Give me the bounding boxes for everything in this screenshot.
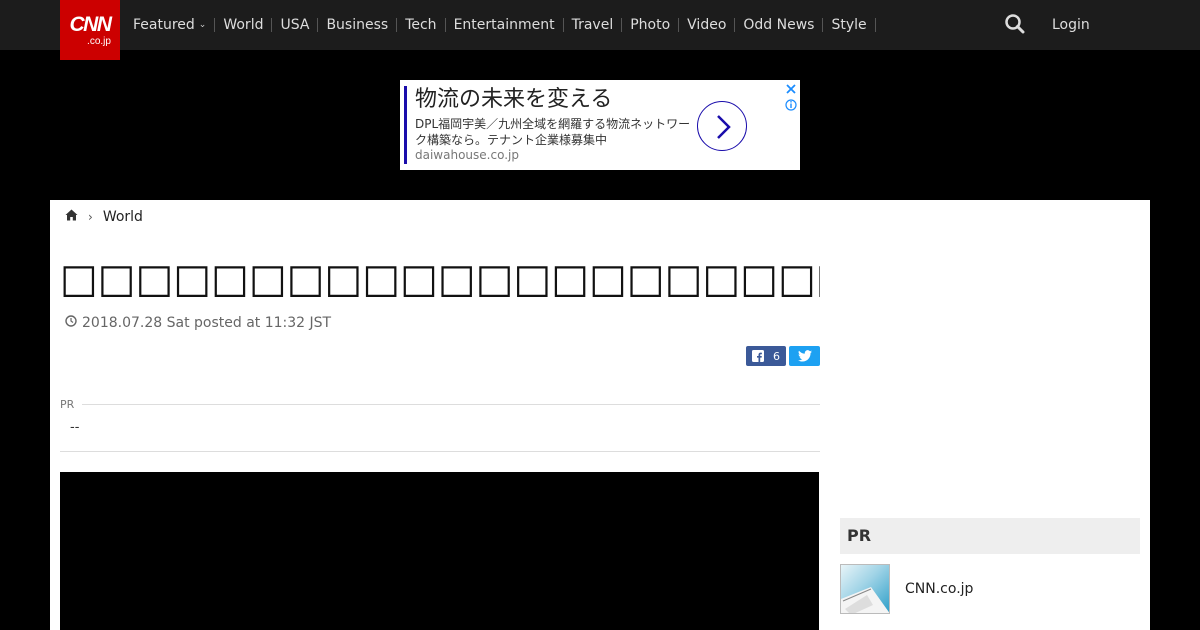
ad-close-icon[interactable] [784,82,798,112]
article-date-text: 2018.07.28 Sat posted at 11:32 JST [82,315,332,331]
logo-brand-text: CNN [69,13,113,36]
ad-headline[interactable]: 物流の未来を変える [415,85,612,115]
ad-domain[interactable]: daiwahouse.co.jp [415,148,519,162]
facebook-share-button[interactable]: 6 [746,346,786,366]
nav-item-world[interactable]: World [215,17,273,33]
nav-item-label: Tech [405,17,437,33]
nav-item-featured[interactable]: Featured ⌄ [125,17,216,33]
twitter-icon [797,350,812,362]
facebook-icon [752,350,764,362]
nav-item-label: Entertainment [453,17,555,33]
top-navigation-bar: CNN .co.jp Featured ⌄ World USA Business… [0,0,1200,60]
sidebar-pr-header: PR [840,518,1140,554]
nav-item-odd-news[interactable]: Odd News [735,17,824,33]
video-player[interactable] [60,472,819,630]
nav-item-label: Travel [571,17,614,33]
share-buttons: 6 [746,346,820,366]
nav-item-label: Business [326,17,389,33]
nav-item-entertainment[interactable]: Entertainment [446,18,564,32]
nav-item-label: Odd News [743,17,815,33]
facebook-share-count: 6 [773,349,780,363]
home-icon[interactable] [65,209,78,225]
sidebar-pr-thumbnail [840,564,890,614]
ad-accent-bar [404,86,407,164]
search-icon[interactable] [1004,13,1026,35]
pr-label: PR [60,398,75,411]
ad-choices[interactable] [784,82,798,116]
sidebar-pr-item-label: CNN.co.jp [905,581,974,597]
nav-item-usa[interactable]: USA [272,17,319,33]
main-nav: Featured ⌄ World USA Business Tech Enter… [125,0,876,50]
article-title: □□□□□□□□□□□□□□□□□□□□□□□□□□□□□□□□□□□□□□ [60,256,820,302]
nav-item-travel[interactable]: Travel [564,18,623,32]
nav-item-label: Style [831,17,867,33]
chevron-right-icon [717,115,731,139]
logo-suffix-text: .co.jp [87,36,111,47]
clock-icon [65,315,77,331]
pr-divider [82,404,820,405]
chevron-right-icon: › [88,210,93,224]
pr-content[interactable]: -- [70,420,79,435]
nav-item-label: Video [687,17,727,33]
chevron-down-icon: ⌄ [198,20,207,30]
nav-item-label: World [223,17,264,33]
twitter-share-button[interactable] [789,346,820,366]
article-date: 2018.07.28 Sat posted at 11:32 JST [65,315,331,331]
nav-item-label: Featured [133,17,195,33]
breadcrumb: › World [65,209,143,225]
advertisement-banner[interactable]: 物流の未来を変える DPL福岡宇美／九州全域を網羅する物流ネットワーク構築なら。… [400,80,800,170]
nav-item-label: Photo [630,17,671,33]
breadcrumb-section[interactable]: World [103,209,143,225]
nav-item-tech[interactable]: Tech [397,17,446,33]
nav-item-style[interactable]: Style [823,17,876,33]
nav-item-business[interactable]: Business [318,17,398,33]
pr-bottom-divider [60,451,820,452]
nav-item-label: USA [280,17,310,33]
article-card: › World □□□□□□□□□□□□□□□□□□□□□□□□□□□□□□□□… [50,200,1150,630]
nav-item-photo[interactable]: Photo [622,17,680,33]
ad-body-text: DPL福岡宇美／九州全域を網羅する物流ネットワーク構築なら。テナント企業様募集中 [415,117,691,147]
cnn-logo[interactable]: CNN .co.jp [60,0,120,60]
ad-arrow-button[interactable] [697,101,747,151]
nav-item-video[interactable]: Video [679,17,736,33]
login-link[interactable]: Login [1052,17,1090,33]
sidebar-pr-item[interactable]: CNN.co.jp [840,564,1140,614]
